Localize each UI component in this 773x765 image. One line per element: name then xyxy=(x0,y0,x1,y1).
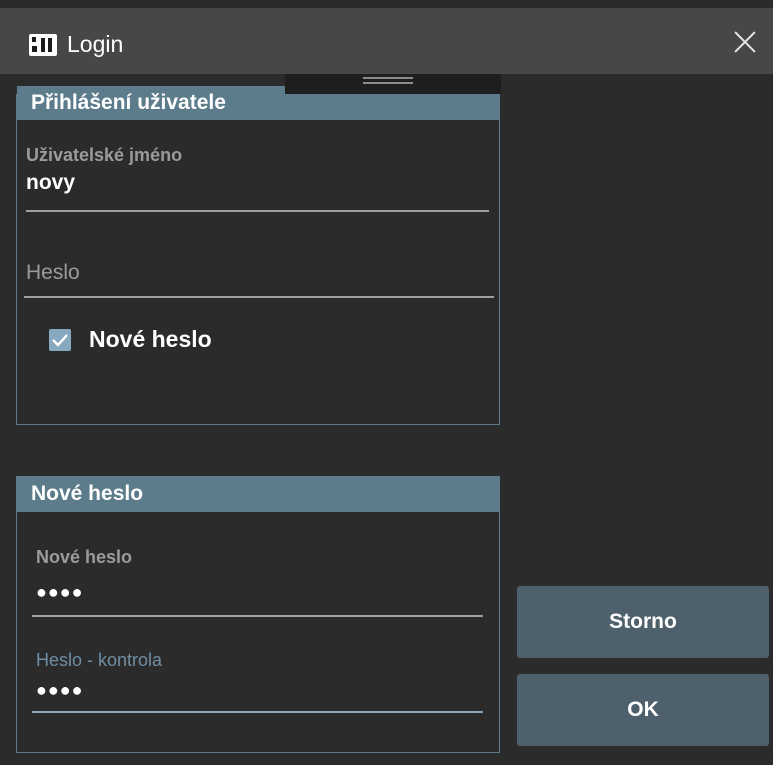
username-underline xyxy=(26,210,489,212)
app-logo-icon xyxy=(29,34,57,56)
password-field[interactable]: Heslo xyxy=(26,261,80,285)
new-password-panel-header: Nové heslo xyxy=(17,476,500,512)
confirm-password-input[interactable]: ●●●● xyxy=(36,680,84,701)
ok-button[interactable]: OK xyxy=(517,674,769,746)
new-password-checkbox-label[interactable]: Nové heslo xyxy=(89,326,212,353)
confirm-password-label: Heslo - kontrola xyxy=(36,650,163,670)
password-underline xyxy=(24,296,494,298)
drag-handle[interactable] xyxy=(285,74,501,94)
username-field[interactable]: novy xyxy=(26,171,75,195)
window-title: Login xyxy=(67,31,124,57)
username-label: Uživatelské jméno xyxy=(26,145,183,165)
new-password-label: Nové heslo xyxy=(36,547,133,567)
cancel-button[interactable]: Storno xyxy=(517,586,769,658)
checkmark-icon xyxy=(52,334,68,347)
confirm-password-underline xyxy=(32,711,483,713)
new-password-checkbox[interactable] xyxy=(49,329,71,351)
new-password-underline xyxy=(32,615,483,617)
close-icon[interactable] xyxy=(733,30,757,54)
login-panel xyxy=(16,94,500,425)
new-password-input[interactable]: ●●●● xyxy=(36,582,84,603)
